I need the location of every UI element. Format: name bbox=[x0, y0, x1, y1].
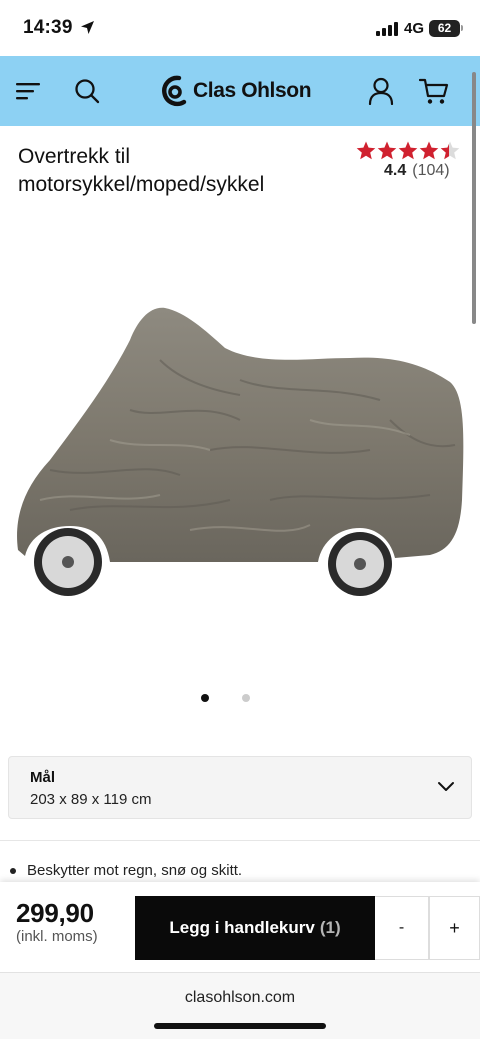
browser-address-bar[interactable]: clasohlson.com bbox=[0, 972, 480, 1039]
dimensions-value: 203 x 89 x 119 cm bbox=[30, 791, 152, 808]
menu-icon bbox=[16, 83, 40, 100]
price: 299,90 bbox=[16, 898, 94, 928]
star-icon bbox=[419, 141, 439, 160]
feature-list-item: Beskytter mot regn, snø og skitt. bbox=[10, 862, 242, 879]
status-bar: 14:39 4G 62 bbox=[0, 0, 480, 56]
cart-icon bbox=[419, 78, 449, 104]
product-title: Overtrekk til motorsykkel/moped/sykkel bbox=[18, 145, 265, 196]
page-scrollbar[interactable] bbox=[472, 72, 476, 324]
gallery-pagination bbox=[0, 694, 480, 704]
site-header: Clas Ohlson bbox=[0, 56, 480, 126]
search-icon bbox=[75, 79, 100, 104]
add-to-cart-button[interactable]: Legg i handlekurv (1) bbox=[135, 896, 375, 960]
half-star-icon bbox=[440, 141, 460, 160]
star-icon bbox=[356, 141, 376, 160]
price-vat-note: (inkl. moms) bbox=[16, 928, 98, 945]
star-icon bbox=[398, 141, 418, 160]
url-text[interactable]: clasohlson.com bbox=[0, 989, 480, 1007]
brand-name: Clas Ohlson bbox=[193, 79, 312, 102]
buy-bar: 299,90 (inkl. moms) Legg i handlekurv (1)… bbox=[0, 882, 480, 972]
rating-summary[interactable]: 4.4 (104) bbox=[384, 162, 450, 180]
bullet bbox=[10, 867, 16, 874]
rating-stars[interactable] bbox=[356, 141, 461, 160]
feature-text: Beskytter mot regn, snø og skitt. bbox=[27, 862, 243, 879]
account-button[interactable] bbox=[364, 56, 398, 126]
dimensions-label: Mål bbox=[30, 769, 56, 786]
chevron-down-icon bbox=[438, 782, 454, 791]
cellular-signal-icon bbox=[376, 22, 400, 36]
dimensions-dropdown[interactable]: Mål 203 x 89 x 119 cm bbox=[8, 756, 472, 819]
location-arrow-icon bbox=[81, 21, 94, 34]
product-image[interactable] bbox=[10, 300, 470, 600]
review-count: (104) bbox=[412, 162, 450, 179]
menu-button[interactable] bbox=[12, 56, 44, 126]
user-icon bbox=[368, 77, 394, 105]
network-type: 4G bbox=[404, 20, 425, 37]
rating-score: 4.4 bbox=[384, 162, 407, 179]
star-icon bbox=[377, 141, 397, 160]
cart-button[interactable] bbox=[416, 56, 452, 126]
gallery-dot[interactable] bbox=[242, 694, 250, 702]
section-divider bbox=[0, 840, 480, 841]
logo-icon bbox=[162, 75, 187, 107]
home-indicator[interactable] bbox=[154, 1023, 326, 1029]
status-time: 14:39 bbox=[23, 17, 73, 38]
cart-quantity: (1) bbox=[319, 918, 341, 937]
search-button[interactable] bbox=[70, 56, 104, 126]
decrease-quantity-button[interactable]: - bbox=[375, 896, 429, 960]
increase-quantity-button[interactable]: + bbox=[429, 896, 480, 960]
gallery-dot-active[interactable] bbox=[201, 694, 209, 702]
brand-logo[interactable]: Clas Ohlson bbox=[162, 74, 312, 108]
battery-icon: 62 bbox=[429, 20, 460, 37]
add-to-cart-label: Legg i handlekurv bbox=[169, 918, 315, 937]
